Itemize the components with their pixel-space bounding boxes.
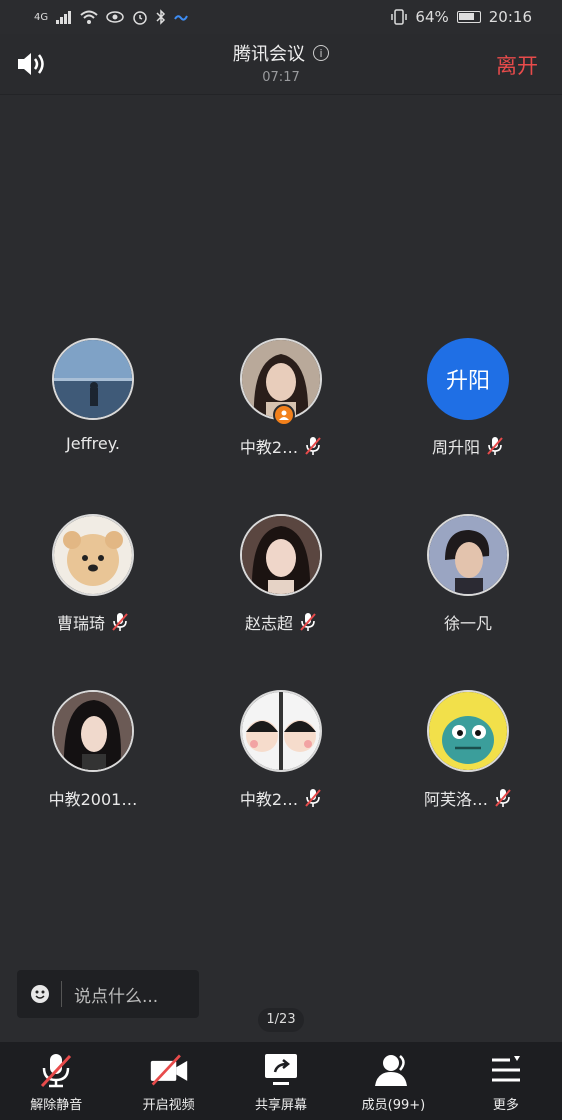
participant-tile[interactable]: 徐一凡 (393, 514, 543, 634)
chat-placeholder: 说点什么... (74, 986, 159, 1007)
avatar (52, 338, 134, 420)
share-screen-label: 共享屏幕 (255, 1098, 308, 1113)
participant-tile[interactable]: 中教2001… (18, 690, 168, 810)
participant-name: 阿芙洛… (423, 790, 488, 809)
battery-icon (456, 11, 481, 23)
battery-percent: 64% (415, 8, 449, 26)
share-screen-icon (265, 1054, 298, 1085)
sea-photo-icon (54, 340, 132, 418)
cartoon-girl-icon (54, 692, 132, 770)
avatar (52, 690, 134, 772)
avatar (240, 514, 322, 596)
members-button[interactable]: 成员(99+) (337, 1042, 449, 1120)
participant-name: Jeffrey. (66, 434, 120, 453)
video-off-icon (150, 1054, 187, 1086)
status-bar: 4G 64% 20:16 (0, 0, 562, 34)
avatar: 升阳 (427, 338, 509, 420)
clock: 20:16 (488, 8, 532, 26)
participant-tile[interactable]: Jeffrey. (18, 338, 168, 453)
participant-tile[interactable]: 中教2… (206, 690, 356, 810)
page-indicator: 1/23 (258, 1008, 304, 1032)
vibrate-icon (391, 9, 408, 25)
info-icon[interactable]: i (313, 45, 329, 61)
mic-muted-icon (305, 437, 321, 455)
meeting-title[interactable]: 腾讯会议 i (233, 40, 329, 66)
avatar (240, 690, 322, 772)
members-label: 成员(99+) (361, 1098, 426, 1113)
wifi-icon (80, 10, 98, 24)
unmute-button[interactable]: 解除静音 (0, 1042, 112, 1120)
app-notification-icon (174, 15, 189, 21)
more-button[interactable]: 更多 (450, 1042, 562, 1120)
alarm-icon (133, 11, 147, 25)
avatar (427, 690, 509, 772)
participant-tile[interactable]: 赵志超 (206, 514, 356, 634)
status-left: 4G (34, 9, 189, 25)
participant-name: 徐一凡 (443, 614, 492, 633)
mic-muted-icon (41, 1054, 72, 1088)
cartoon-dino-icon (429, 692, 507, 770)
host-badge-icon (273, 404, 295, 426)
mic-muted-icon (495, 789, 511, 807)
chat-divider (61, 981, 62, 1007)
signal-icon (56, 11, 72, 24)
chat-input[interactable]: 说点什么... (17, 970, 199, 1018)
participant-tile[interactable]: 升阳 周升阳 (393, 338, 543, 458)
woman-photo-icon (242, 516, 320, 594)
boy-photo-icon (429, 516, 507, 594)
participant-name: 中教2001… (48, 790, 138, 809)
network-label: 4G (34, 11, 49, 23)
leave-button[interactable]: 离开 (496, 50, 538, 80)
participant-name: 周升阳 (431, 438, 480, 457)
participant-tile[interactable]: 中教2… (206, 338, 356, 458)
avatar (52, 514, 134, 596)
more-icon (491, 1056, 520, 1082)
participant-tile[interactable]: 曹瑞琦 (18, 514, 168, 634)
bluetooth-icon (156, 9, 166, 25)
unmute-label: 解除静音 (30, 1098, 83, 1113)
mic-muted-icon (300, 613, 316, 631)
eye-icon (106, 11, 124, 23)
share-screen-button[interactable]: 共享屏幕 (225, 1042, 337, 1120)
mic-muted-icon (487, 437, 503, 455)
title-block: 腾讯会议 i 07:17 (0, 40, 562, 85)
participant-name: 中教2… (239, 790, 299, 809)
participant-name: 曹瑞琦 (56, 614, 105, 633)
bottom-toolbar: 解除静音 开启视频 共享屏幕 成员(99+) 更多 (0, 1042, 562, 1120)
status-right: 64% 20:16 (391, 8, 532, 26)
meeting-timer: 07:17 (262, 70, 300, 85)
more-label: 更多 (492, 1098, 519, 1113)
members-icon (375, 1055, 408, 1086)
cartoon-pair-icon (242, 692, 320, 770)
start-video-button[interactable]: 开启视频 (112, 1042, 224, 1120)
meeting-title-text: 腾讯会议 (233, 44, 305, 65)
participant-name: 赵志超 (244, 614, 293, 633)
avatar (427, 514, 509, 596)
start-video-label: 开启视频 (142, 1098, 195, 1113)
emoji-icon[interactable] (31, 985, 49, 1003)
participant-tile[interactable]: 阿芙洛… (393, 690, 543, 810)
mic-muted-icon (112, 613, 128, 631)
avatar (240, 338, 322, 426)
dog-photo-icon (54, 516, 132, 594)
avatar-initials: 升阳 (445, 369, 490, 394)
meeting-header: 腾讯会议 i 07:17 离开 (0, 34, 562, 95)
participant-name: 中教2… (239, 438, 299, 457)
mic-muted-icon (305, 789, 321, 807)
